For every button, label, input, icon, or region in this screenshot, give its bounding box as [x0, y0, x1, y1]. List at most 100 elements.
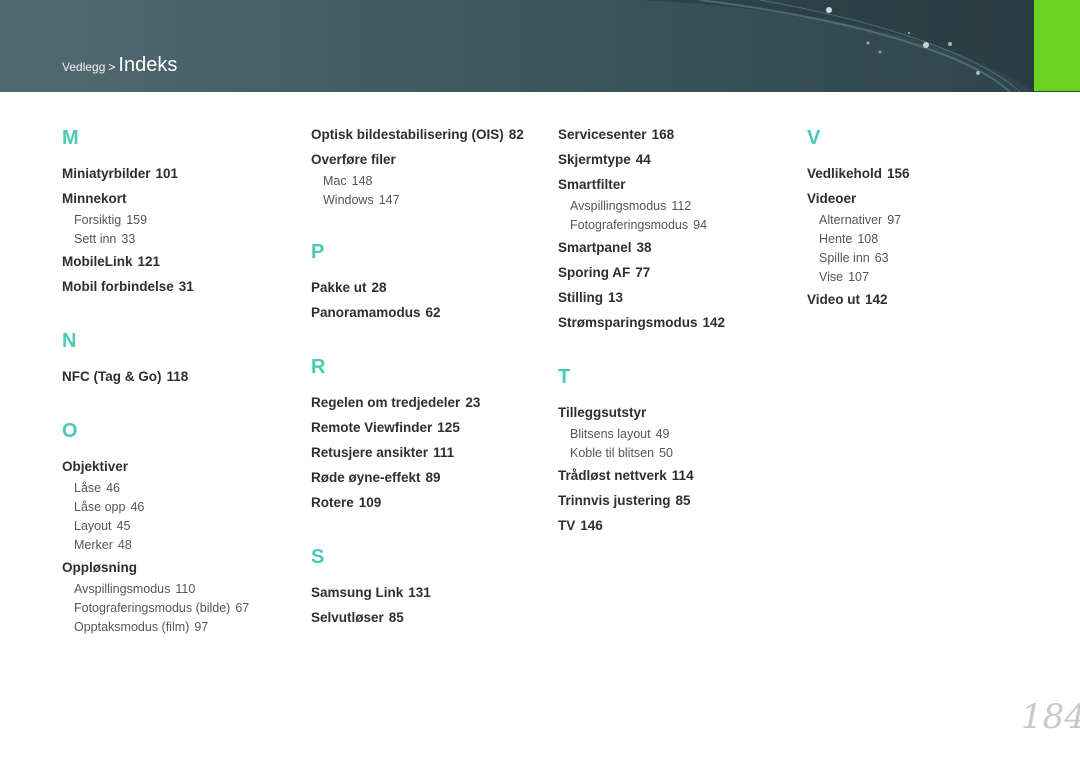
page-reference[interactable]: 62 — [426, 305, 441, 320]
page-reference[interactable]: 142 — [703, 315, 726, 330]
index-entry[interactable]: Pakke ut 28 — [311, 275, 524, 300]
page-reference[interactable]: 85 — [389, 610, 404, 625]
page-reference[interactable]: 94 — [693, 218, 707, 232]
index-subentry[interactable]: Låse opp 46 — [62, 498, 249, 517]
page-reference[interactable]: 50 — [659, 446, 673, 460]
page-reference[interactable]: 85 — [676, 493, 691, 508]
index-subentry[interactable]: Windows 147 — [311, 191, 524, 210]
index-entry[interactable]: Sporing AF 77 — [558, 260, 725, 285]
index-subentry[interactable]: Fotograferingsmodus 94 — [558, 216, 725, 235]
page-reference[interactable]: 45 — [117, 519, 131, 533]
page-reference[interactable]: 31 — [179, 279, 194, 294]
index-subentry[interactable]: Vise 107 — [807, 268, 910, 287]
page-reference[interactable]: 156 — [887, 166, 910, 181]
entry-term: Remote Viewfinder — [311, 420, 433, 435]
index-entry[interactable]: Objektiver — [62, 454, 249, 479]
page-reference[interactable]: 48 — [118, 538, 132, 552]
page-reference[interactable]: 125 — [437, 420, 460, 435]
breadcrumb-parent[interactable]: Vedlegg — [62, 60, 105, 74]
page-reference[interactable]: 38 — [637, 240, 652, 255]
page-reference[interactable]: 67 — [235, 601, 249, 615]
index-entry[interactable]: Selvutløser 85 — [311, 605, 524, 630]
index-entry[interactable]: MobileLink 121 — [62, 249, 249, 274]
page-reference[interactable]: 82 — [509, 127, 524, 142]
index-subentry[interactable]: Avspillingsmodus 110 — [62, 580, 249, 599]
index-subentry[interactable]: Koble til blitsen 50 — [558, 444, 725, 463]
index-entry[interactable]: Optisk bildestabilisering (OIS) 82 — [311, 122, 524, 147]
index-entry[interactable]: Panoramamodus 62 — [311, 300, 524, 325]
index-entry[interactable]: Røde øyne-effekt 89 — [311, 465, 524, 490]
page-reference[interactable]: 77 — [635, 265, 650, 280]
index-entry[interactable]: Smartfilter — [558, 172, 725, 197]
page-reference[interactable]: 13 — [608, 290, 623, 305]
index-entry[interactable]: Tilleggsutstyr — [558, 400, 725, 425]
page-reference[interactable]: 146 — [580, 518, 603, 533]
index-entry[interactable]: TV 146 — [558, 513, 725, 538]
index-subentry[interactable]: Layout 45 — [62, 517, 249, 536]
index-subentry[interactable]: Spille inn 63 — [807, 249, 910, 268]
index-entry[interactable]: Strømsparingsmodus 142 — [558, 310, 725, 335]
page-reference[interactable]: 46 — [130, 500, 144, 514]
index-subentry[interactable]: Forsiktig 159 — [62, 211, 249, 230]
index-entry[interactable]: Remote Viewfinder 125 — [311, 415, 524, 440]
index-entry[interactable]: Servicesenter 168 — [558, 122, 725, 147]
page-reference[interactable]: 111 — [433, 445, 454, 460]
index-entry[interactable]: Rotere 109 — [311, 490, 524, 515]
index-entry[interactable]: Minnekort — [62, 186, 249, 211]
page-reference[interactable]: 107 — [848, 270, 869, 284]
page-reference[interactable]: 49 — [656, 427, 670, 441]
page-reference[interactable]: 109 — [359, 495, 382, 510]
index-subentry[interactable]: Opptaksmodus (film) 97 — [62, 618, 249, 637]
index-entry[interactable]: Skjermtype 44 — [558, 147, 725, 172]
index-entry[interactable]: Overføre filer — [311, 147, 524, 172]
index-entry[interactable]: Regelen om tredjedeler 23 — [311, 390, 524, 415]
index-subentry[interactable]: Sett inn 33 — [62, 230, 249, 249]
index-entry[interactable]: Mobil forbindelse 31 — [62, 274, 249, 299]
index-subentry[interactable]: Avspillingsmodus 112 — [558, 197, 725, 216]
subentry-term: Layout — [74, 519, 112, 533]
page-reference[interactable]: 46 — [106, 481, 120, 495]
page-reference[interactable]: 121 — [138, 254, 161, 269]
page-reference[interactable]: 110 — [175, 582, 195, 596]
page-reference[interactable]: 101 — [156, 166, 179, 181]
page-reference[interactable]: 63 — [875, 251, 889, 265]
index-entry[interactable]: Video ut 142 — [807, 287, 910, 312]
index-subentry[interactable]: Alternativer 97 — [807, 211, 910, 230]
page-reference[interactable]: 44 — [636, 152, 651, 167]
page-reference[interactable]: 142 — [865, 292, 888, 307]
index-entry[interactable]: Videoer — [807, 186, 910, 211]
page-reference[interactable]: 33 — [121, 232, 135, 246]
index-entry[interactable]: Vedlikehold 156 — [807, 161, 910, 186]
page-reference[interactable]: 147 — [379, 193, 400, 207]
index-entry[interactable]: Stilling 13 — [558, 285, 725, 310]
page-reference[interactable]: 97 — [194, 620, 208, 634]
index-entry[interactable]: Trinnvis justering 85 — [558, 488, 725, 513]
page-reference[interactable]: 114 — [672, 468, 694, 483]
index-subentry[interactable]: Fotograferingsmodus (bilde) 67 — [62, 599, 249, 618]
page-reference[interactable]: 97 — [887, 213, 901, 227]
page-reference[interactable]: 23 — [465, 395, 480, 410]
page-reference[interactable]: 28 — [372, 280, 387, 295]
index-subentry[interactable]: Hente 108 — [807, 230, 910, 249]
index-entry[interactable]: Retusjere ansikter 111 — [311, 440, 524, 465]
index-entry[interactable]: Smartpanel 38 — [558, 235, 725, 260]
page-reference[interactable]: 118 — [166, 369, 188, 384]
index-subentry[interactable]: Låse 46 — [62, 479, 249, 498]
index-subentry[interactable]: Mac 148 — [311, 172, 524, 191]
page-reference[interactable]: 108 — [857, 232, 878, 246]
index-entry[interactable]: Samsung Link 131 — [311, 580, 524, 605]
page-reference[interactable]: 148 — [352, 174, 373, 188]
subentry-term: Spille inn — [819, 251, 870, 265]
index-entry[interactable]: NFC (Tag & Go) 118 — [62, 364, 249, 389]
page-reference[interactable]: 168 — [652, 127, 675, 142]
index-entry[interactable]: Oppløsning — [62, 555, 249, 580]
page-reference[interactable]: 89 — [426, 470, 441, 485]
index-entry[interactable]: Trådløst nettverk 114 — [558, 463, 725, 488]
page-reference[interactable]: 112 — [671, 199, 691, 213]
page-reference[interactable]: 131 — [408, 585, 431, 600]
index-entry[interactable]: Miniatyrbilder 101 — [62, 161, 249, 186]
index-subentry[interactable]: Blitsens layout 49 — [558, 425, 725, 444]
index-subentry[interactable]: Merker 48 — [62, 536, 249, 555]
page-reference[interactable]: 159 — [126, 213, 147, 227]
subentry-term: Opptaksmodus (film) — [74, 620, 190, 634]
